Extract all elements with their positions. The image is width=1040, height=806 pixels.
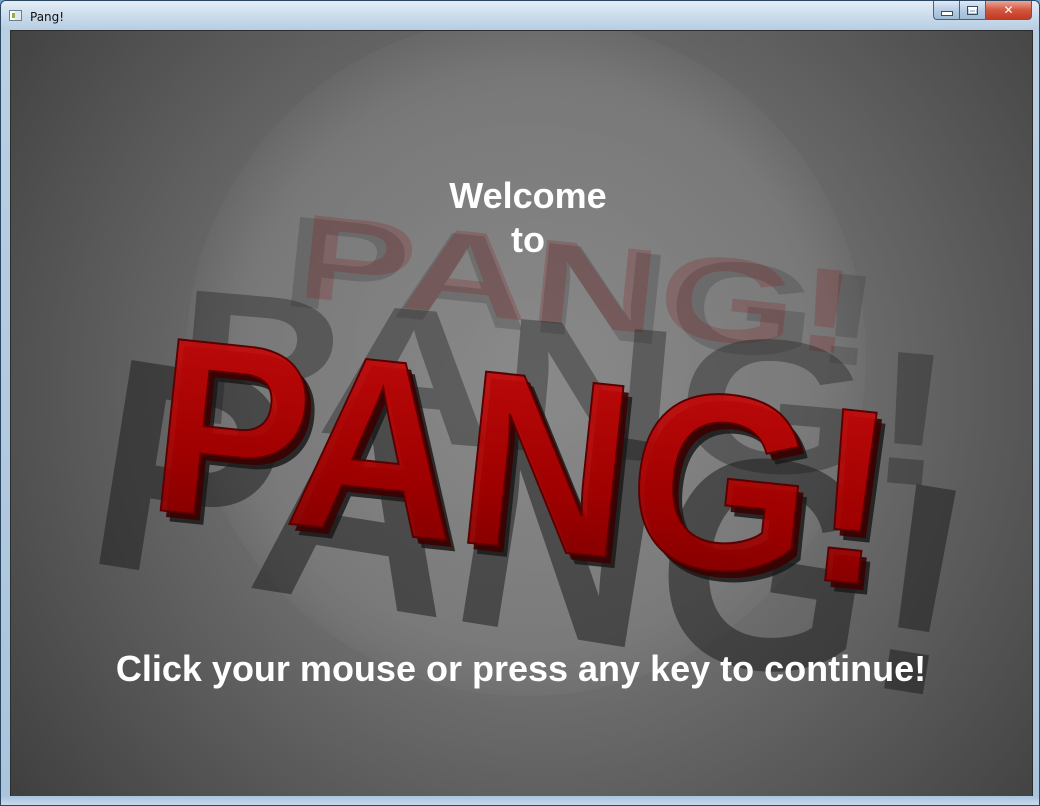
maximize-icon [967,5,978,15]
app-window-icon[interactable] [9,10,22,21]
continue-prompt: Click your mouse or press any key to con… [115,648,927,689]
welcome-line-1: Welcome [449,175,607,216]
close-button[interactable]: ✕ [986,1,1032,20]
title-bar[interactable]: Pang! ✕ [1,1,1039,30]
window-title: Pang! [30,10,65,24]
maximize-button[interactable] [959,1,986,20]
minimize-button[interactable] [933,1,959,20]
welcome-line-2: to [511,219,545,260]
close-icon: ✕ [1003,3,1014,17]
welcome-heading: Welcome to [11,174,1032,262]
game-window: Pang! ✕ PANG! PANG! PANG! PANG! PANG! PA… [0,0,1040,806]
window-bottom-border [1,796,1039,805]
window-controls: ✕ [933,1,1032,21]
minimize-icon [940,10,953,16]
